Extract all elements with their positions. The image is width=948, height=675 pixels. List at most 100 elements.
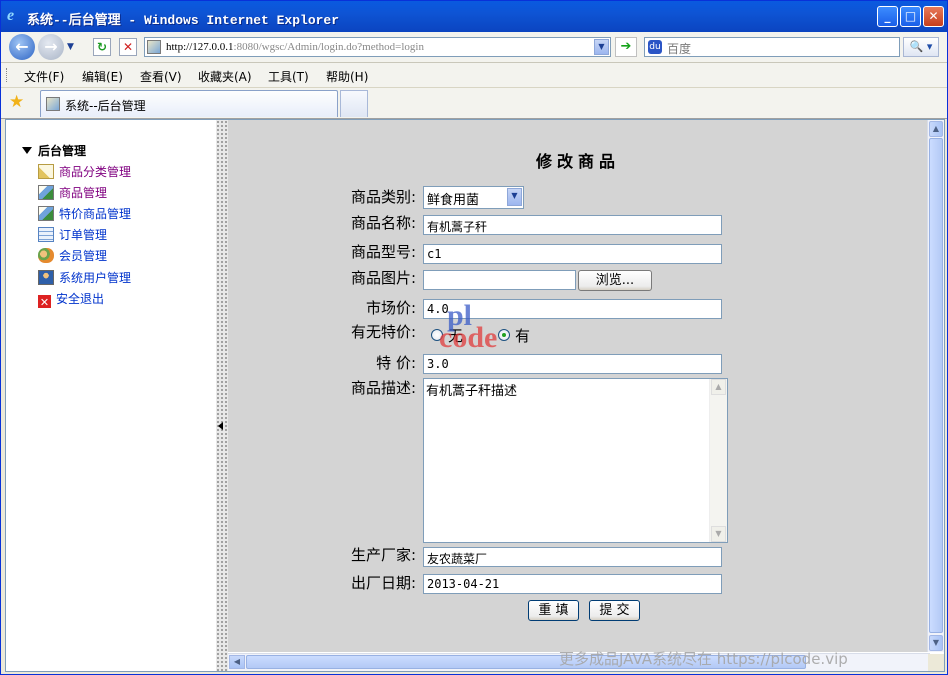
user-icon <box>38 270 54 285</box>
stop-button[interactable]: ✕ <box>119 38 137 56</box>
tab-favicon-icon <box>46 97 60 111</box>
date-field[interactable]: 2013-04-21 <box>423 574 722 594</box>
refresh-button[interactable]: ↻ <box>93 38 111 56</box>
search-placeholder: 百度 <box>667 42 692 56</box>
special-no-radio[interactable] <box>431 329 443 341</box>
menu-file[interactable]: 文件(F) <box>24 68 64 85</box>
reset-button[interactable]: 重 填 <box>528 600 579 621</box>
menu-tools[interactable]: 工具(T) <box>268 68 309 85</box>
search-button[interactable]: 🔍 ▾ <box>903 37 939 57</box>
history-dropdown-icon[interactable]: ▼ <box>67 42 74 52</box>
scrollbar-thumb[interactable] <box>929 138 943 633</box>
sidebar-item-label[interactable]: 安全退出 <box>56 292 104 306</box>
tab-label: 系统--后台管理 <box>65 99 146 113</box>
forward-button[interactable]: → <box>38 34 64 60</box>
submit-button[interactable]: 提 交 <box>589 600 640 621</box>
special-no-label: 无 <box>448 327 464 345</box>
close-button[interactable]: ✕ <box>923 6 944 27</box>
sidebar: 后台管理 商品分类管理 商品管理 特价商品管理 订单管理 会员管理 系统用户管理… <box>6 120 216 671</box>
description-label: 商品描述: <box>350 379 416 397</box>
sidebar-item-members[interactable]: 会员管理 <box>38 247 107 265</box>
page-favicon-icon <box>147 40 161 54</box>
sidebar-item-special-products[interactable]: 特价商品管理 <box>38 205 131 223</box>
model-label: 商品型号: <box>350 243 416 261</box>
model-field[interactable]: c1 <box>423 244 722 264</box>
frame-splitter[interactable] <box>216 120 228 671</box>
sidebar-item-category[interactable]: 商品分类管理 <box>38 163 131 181</box>
chevron-down-icon[interactable]: ▼ <box>507 188 522 206</box>
document-list-icon <box>38 227 54 242</box>
title-bar: e 系统--后台管理 - Windows Internet Explorer _… <box>1 1 947 32</box>
baidu-paw-icon: du <box>648 40 662 54</box>
market-price-label: 市场价: <box>365 299 416 317</box>
go-button[interactable]: ➔ <box>615 37 637 57</box>
new-tab-button[interactable] <box>340 90 368 117</box>
sidebar-item-products[interactable]: 商品管理 <box>38 184 107 202</box>
name-label: 商品名称: <box>350 214 416 232</box>
market-price-field[interactable]: 4.0 <box>423 299 722 319</box>
picture-icon <box>38 185 54 200</box>
scroll-up-icon[interactable]: ▲ <box>711 379 726 395</box>
image-file-input[interactable] <box>423 270 576 290</box>
textarea-scrollbar[interactable]: ▲ ▼ <box>709 379 727 542</box>
name-field[interactable]: 有机蒿子秆 <box>423 215 722 235</box>
sidebar-item-label[interactable]: 会员管理 <box>59 249 107 263</box>
menu-favorites[interactable]: 收藏夹(A) <box>198 68 252 85</box>
search-input[interactable]: du 百度 <box>644 37 900 57</box>
sidebar-item-label[interactable]: 商品分类管理 <box>59 165 131 179</box>
main-frame: 修改商品 商品类别: 鲜食用菌 ▼ 商品名称: 有机蒿子秆 商品型号: c1 商… <box>228 120 930 652</box>
special-price-field[interactable]: 3.0 <box>423 354 722 374</box>
window-title: 系统--后台管理 - Windows Internet Explorer <box>27 13 340 28</box>
special-price-label: 特 价: <box>376 354 416 372</box>
sidebar-item-label[interactable]: 订单管理 <box>59 228 107 242</box>
sidebar-item-label[interactable]: 商品管理 <box>59 186 107 200</box>
menu-view[interactable]: 查看(V) <box>140 68 182 85</box>
tab-active[interactable]: 系统--后台管理 <box>40 90 338 117</box>
scrollbar-corner <box>928 654 944 671</box>
pencil-note-icon <box>38 164 54 179</box>
exit-x-icon: ✕ <box>38 295 51 309</box>
favorites-star-icon[interactable]: ★ <box>9 92 24 112</box>
address-toolbar: ← → ▼ ↻ ✕ http://127.0.0.1:8080/wgsc/Adm… <box>1 32 947 63</box>
menu-bar: 文件(F) 编辑(E) 查看(V) 收藏夹(A) 工具(T) 帮助(H) <box>1 63 947 88</box>
image-label: 商品图片: <box>350 269 416 287</box>
sidebar-item-logout[interactable]: ✕ 安全退出 <box>38 290 104 309</box>
sidebar-root[interactable]: 后台管理 <box>22 142 86 159</box>
internet-explorer-icon: e <box>7 7 15 24</box>
minimize-button[interactable]: _ <box>877 6 898 27</box>
collapse-triangle-icon <box>22 147 32 154</box>
sidebar-item-label[interactable]: 特价商品管理 <box>59 207 131 221</box>
address-url: http://127.0.0.1:8080/wgsc/Admin/login.d… <box>166 41 424 53</box>
category-selected-value: 鲜食用菌 <box>427 193 480 208</box>
toolbar-grip <box>6 68 10 82</box>
tab-bar: ★ 系统--后台管理 <box>1 88 947 119</box>
menu-help[interactable]: 帮助(H) <box>326 68 368 85</box>
address-input[interactable]: http://127.0.0.1:8080/wgsc/Admin/login.d… <box>144 37 611 57</box>
manufacturer-field[interactable]: 友农蔬菜厂 <box>423 547 722 567</box>
address-dropdown-icon[interactable]: ▼ <box>594 39 609 55</box>
sidebar-item-orders[interactable]: 订单管理 <box>38 226 107 244</box>
scroll-left-icon[interactable]: ◀ <box>229 655 245 669</box>
sidebar-item-system-users[interactable]: 系统用户管理 <box>38 269 131 287</box>
page-title: 修改商品 <box>536 152 621 171</box>
scroll-up-icon[interactable]: ▲ <box>929 121 943 137</box>
collapse-arrow-icon[interactable] <box>218 422 223 430</box>
category-select[interactable]: 鲜食用菌 ▼ <box>423 186 524 209</box>
sidebar-root-label: 后台管理 <box>38 144 87 158</box>
maximize-button[interactable]: □ <box>900 6 921 27</box>
sidebar-item-label[interactable]: 系统用户管理 <box>59 271 131 285</box>
description-text: 有机蒿子秆描述 <box>426 384 518 399</box>
browser-window: e 系统--后台管理 - Windows Internet Explorer _… <box>0 0 948 675</box>
special-yes-radio[interactable] <box>498 329 510 341</box>
browse-button[interactable]: 浏览... <box>578 270 652 291</box>
scroll-down-icon[interactable]: ▼ <box>711 526 726 542</box>
back-button[interactable]: ← <box>9 34 35 60</box>
category-label: 商品类别: <box>350 188 416 206</box>
menu-edit[interactable]: 编辑(E) <box>82 68 123 85</box>
vertical-scrollbar[interactable]: ▲ ▼ <box>927 120 944 652</box>
scroll-down-icon[interactable]: ▼ <box>929 635 943 651</box>
description-textarea[interactable]: 有机蒿子秆描述 ▲ ▼ <box>423 378 728 543</box>
footer-watermark: 更多成品JAVA系统尽在 https://plcode.vip <box>559 650 848 668</box>
page-content: 后台管理 商品分类管理 商品管理 特价商品管理 订单管理 会员管理 系统用户管理… <box>5 119 945 672</box>
special-label: 有无特价: <box>350 323 416 341</box>
